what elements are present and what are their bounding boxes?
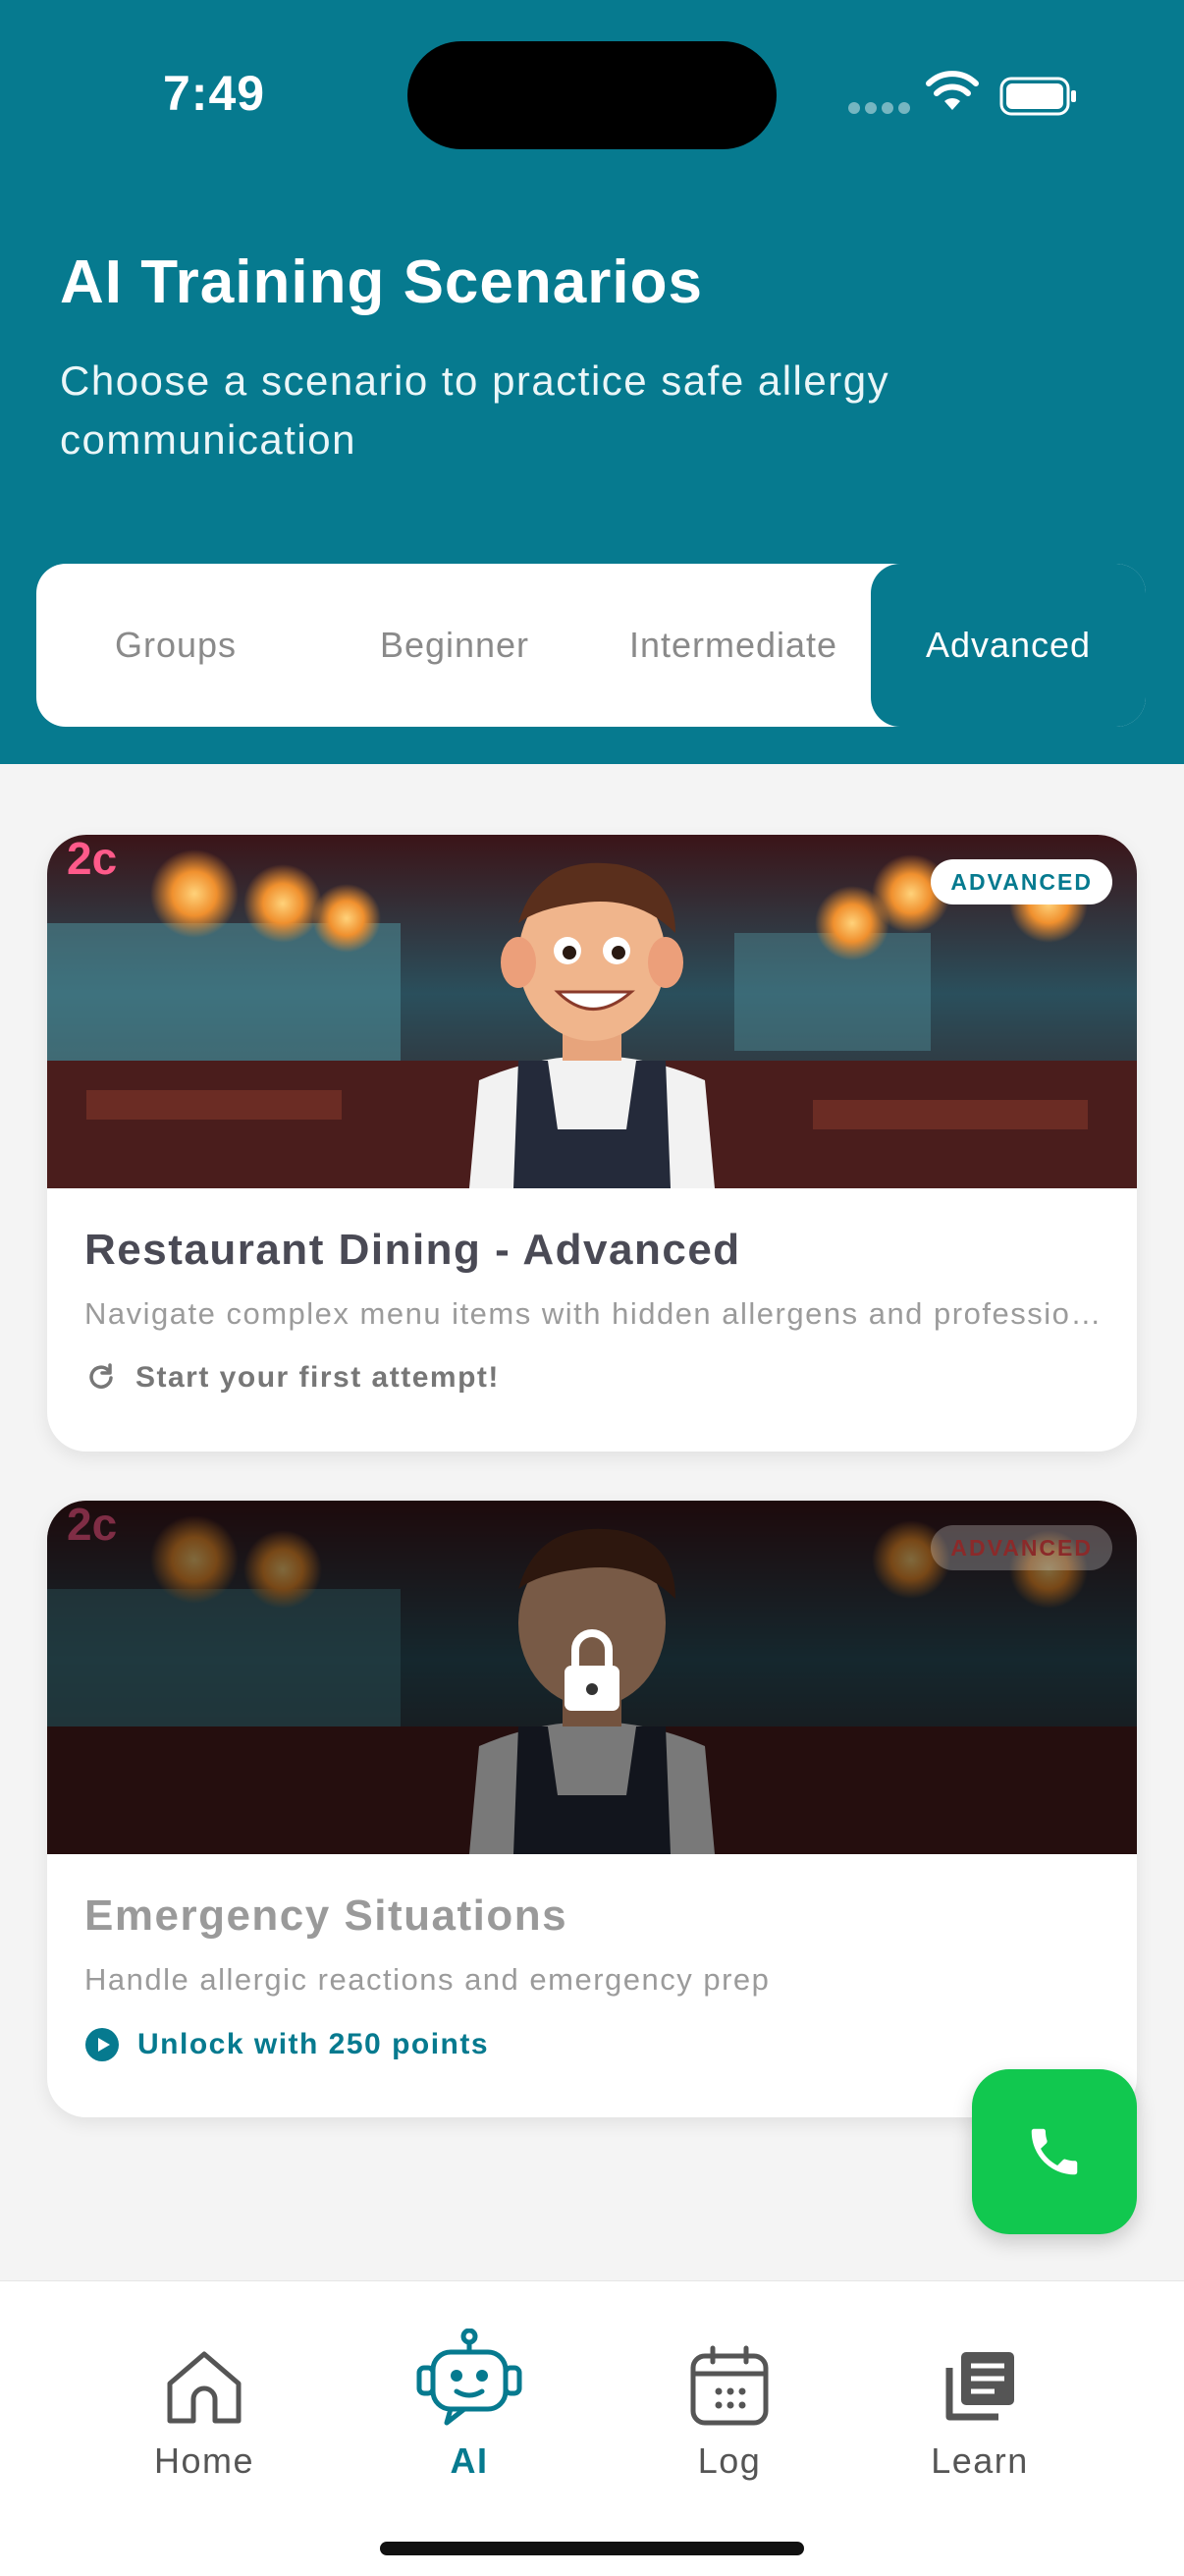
scenario-title-locked: Emergency Situations [84, 1891, 568, 1940]
nav-ai-label: AI [450, 2440, 489, 2481]
tab-beginner[interactable]: Beginner [315, 564, 594, 727]
robot-icon [416, 2329, 522, 2426]
home-icon [167, 2351, 242, 2424]
nav-home[interactable]: Home [106, 2342, 302, 2482]
nav-learn-label: Learn [931, 2440, 1029, 2481]
nav-ai[interactable]: AI [371, 2329, 567, 2482]
scenario-status-text: Start your first attempt! [135, 1361, 500, 1394]
status-time: 7:49 [163, 66, 266, 121]
difficulty-badge-locked: ADVANCED [931, 1525, 1112, 1570]
page-title: AI Training Scenarios [60, 248, 703, 316]
scenario-status: Start your first attempt! [84, 1361, 500, 1395]
nav-log[interactable]: Log [631, 2342, 828, 2482]
unlock-requirement: Unlock with 250 points [84, 2027, 489, 2062]
tab-groups[interactable]: Groups [36, 564, 315, 727]
phone-icon [1031, 2128, 1078, 2175]
bottom-nav: Home AI Log Learn [0, 2280, 1184, 2576]
retry-icon [89, 1363, 113, 1389]
home-indicator [380, 2542, 804, 2555]
calendar-icon [690, 2345, 769, 2426]
scenario-card-restaurant[interactable]: 2c ADVANCED Restaurant Dining - Advanced… [47, 835, 1137, 1452]
tab-advanced[interactable]: Advanced [871, 564, 1146, 727]
header: 7:49 AI Training Scenarios Choose a scen… [0, 0, 1184, 764]
nav-learn[interactable]: Learn [882, 2342, 1078, 2482]
difficulty-badge: ADVANCED [931, 859, 1112, 904]
play-circle-icon [85, 2028, 119, 2061]
unlock-requirement-text: Unlock with 250 points [137, 2028, 490, 2060]
nav-log-label: Log [697, 2440, 762, 2481]
library-icon [945, 2352, 1014, 2421]
wifi-icon [926, 71, 979, 110]
svg-text:2c: 2c [67, 835, 117, 884]
scenario-description-locked: Handle allergic reactions and emergency … [84, 1962, 771, 1997]
scenario-title: Restaurant Dining - Advanced [84, 1226, 741, 1274]
difficulty-tabs: Groups Beginner Intermediate Advanced [36, 564, 1146, 727]
dynamic-island [407, 41, 777, 149]
call-button[interactable] [972, 2069, 1137, 2234]
cellular-signal-icon [848, 102, 910, 114]
scenario-description: Navigate complex menu items with hidden … [84, 1296, 1105, 1331]
page-subtitle: Choose a scenario to practice safe aller… [60, 357, 890, 463]
battery-icon [999, 77, 1076, 116]
scenario-card-emergency[interactable]: 2c ADVANCED Emergency Situations Handle … [47, 1501, 1137, 2117]
nav-home-label: Home [153, 2440, 255, 2481]
tab-intermediate[interactable]: Intermediate [594, 564, 873, 727]
